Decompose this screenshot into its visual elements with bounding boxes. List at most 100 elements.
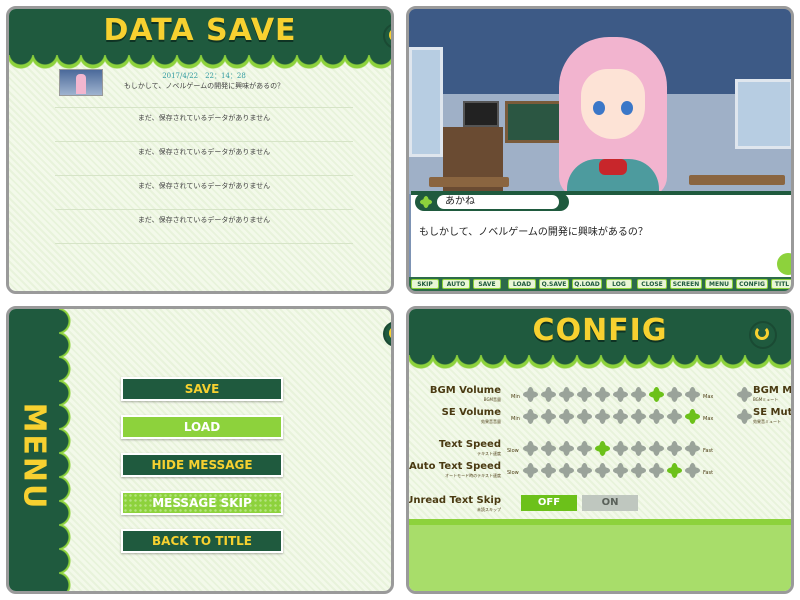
clover-step-icon[interactable] [559, 463, 574, 478]
save-slot[interactable]: まだ、保存されているデータがありません [55, 209, 353, 244]
clover-step-icon[interactable] [541, 463, 556, 478]
save-text: まだ、保存されているデータがありません [137, 182, 271, 190]
menu-load-button[interactable]: LOAD [121, 415, 283, 439]
se-volume-slider[interactable] [523, 407, 703, 427]
clover-step-icon[interactable] [667, 463, 682, 478]
clover-step-icon[interactable] [541, 387, 556, 402]
toolbar-load-button[interactable]: LOAD [508, 279, 536, 289]
banner-scallop [409, 353, 791, 367]
clover-step-icon[interactable] [613, 409, 628, 424]
clover-step-icon[interactable] [649, 441, 664, 456]
se-mute-sublabel: 効果音ミュート [753, 419, 781, 424]
toolbar-qload-button[interactable]: Q.LOAD [572, 279, 602, 289]
clover-step-icon[interactable] [667, 409, 682, 424]
menu-panel: MENU SAVE LOAD HIDE MESSAGE MESSAGE SKIP… [6, 306, 394, 594]
config-panel: CONFIG BGM Volume BGM音量 Min Max BGM Mut … [406, 306, 794, 594]
unread-skip-on-button[interactable]: ON [582, 495, 638, 511]
page-title: DATA SAVE [103, 13, 297, 48]
clover-step-icon[interactable] [649, 387, 664, 402]
toolbar-log-button[interactable]: LOG [606, 279, 632, 289]
clover-step-icon[interactable] [523, 441, 538, 456]
se-min-label: Min [511, 416, 520, 422]
save-text: まだ、保存されているデータがありません [137, 114, 271, 122]
clover-icon [420, 196, 432, 208]
auto-text-speed-row: Auto Text Speed オートモード時のテキスト速度 Slow Fast [409, 461, 791, 483]
save-slot[interactable]: 2017/4/22 22：14：28 もしかして、ノベルゲームの開発に興味がある… [55, 69, 353, 108]
clover-step-icon[interactable] [523, 463, 538, 478]
se-volume-sublabel: 効果音音量 [481, 419, 501, 424]
bgm-min-label: Min [511, 394, 520, 400]
clover-step-icon[interactable] [631, 387, 646, 402]
character-eye [621, 101, 633, 115]
clover-step-icon[interactable] [523, 409, 538, 424]
clover-step-icon[interactable] [613, 441, 628, 456]
toolbar-close-button[interactable]: CLOSE [637, 279, 667, 289]
clover-step-icon[interactable] [577, 387, 592, 402]
clover-step-icon[interactable] [649, 463, 664, 478]
toolbar-title-button[interactable]: TITL [771, 279, 791, 289]
clover-step-icon[interactable] [595, 387, 610, 402]
clover-step-icon[interactable] [685, 387, 700, 402]
clover-step-icon[interactable] [595, 441, 610, 456]
text-speed-slider[interactable] [523, 439, 703, 459]
unread-skip-off-button[interactable]: OFF [521, 495, 577, 511]
clover-step-icon[interactable] [577, 441, 592, 456]
clover-step-icon[interactable] [685, 463, 700, 478]
menu-message-skip-button[interactable]: MESSAGE SKIP [121, 491, 283, 515]
save-text: もしかして、ノベルゲームの開発に興味があるの？ [123, 82, 285, 90]
clover-step-icon[interactable] [685, 441, 700, 456]
next-indicator-icon [777, 253, 791, 275]
save-text: まだ、保存されているデータがありません [137, 148, 271, 156]
back-button[interactable] [383, 321, 391, 347]
back-button[interactable] [749, 321, 777, 349]
bgm-volume-slider[interactable] [523, 385, 703, 405]
clover-step-icon[interactable] [613, 387, 628, 402]
bgm-mute-checkbox-icon[interactable] [737, 387, 752, 402]
clover-step-icon[interactable] [559, 409, 574, 424]
clover-step-icon[interactable] [631, 463, 646, 478]
clover-step-icon[interactable] [595, 463, 610, 478]
menu-hide-message-button[interactable]: HIDE MESSAGE [121, 453, 283, 477]
clover-step-icon[interactable] [559, 441, 574, 456]
clover-step-icon[interactable] [667, 387, 682, 402]
clover-step-icon[interactable] [541, 441, 556, 456]
clover-step-icon[interactable] [577, 463, 592, 478]
menu-save-button[interactable]: SAVE [121, 377, 283, 401]
desk [429, 177, 509, 187]
save-slot[interactable]: まだ、保存されているデータがありません [55, 107, 353, 142]
save-slot[interactable]: まだ、保存されているデータがありません [55, 175, 353, 210]
classroom-window [735, 79, 791, 149]
save-date: 2017/4/22 22：14：28 [162, 72, 246, 80]
clover-step-icon[interactable] [577, 409, 592, 424]
toolbar-skip-button[interactable]: SKIP [411, 279, 439, 289]
clover-step-icon[interactable] [631, 409, 646, 424]
bgm-volume-label: BGM Volume [429, 385, 501, 396]
toolbar-menu-button[interactable]: MENU [705, 279, 733, 289]
menu-back-to-title-button[interactable]: BACK TO TITLE [121, 529, 283, 553]
clover-step-icon[interactable] [541, 409, 556, 424]
se-mute-checkbox-icon[interactable] [737, 409, 752, 424]
text-speed-label: Text Speed [438, 439, 501, 450]
toolbar-auto-button[interactable]: AUTO [442, 279, 470, 289]
clover-step-icon[interactable] [559, 387, 574, 402]
desk [689, 175, 785, 185]
clover-step-icon[interactable] [523, 387, 538, 402]
clover-step-icon[interactable] [613, 463, 628, 478]
text-speed-sublabel: テキスト速度 [477, 451, 501, 456]
clover-step-icon[interactable] [685, 409, 700, 424]
bgm-volume-row: BGM Volume BGM音量 Min Max BGM Mut BGMミュート [409, 385, 791, 407]
toolbar-config-button[interactable]: CONFIG [736, 279, 768, 289]
auto-text-speed-sublabel: オートモード時のテキスト速度 [445, 473, 501, 478]
toolbar-save-button[interactable]: SAVE [473, 279, 501, 289]
clover-step-icon[interactable] [631, 441, 646, 456]
clover-step-icon[interactable] [649, 409, 664, 424]
clover-step-icon[interactable] [667, 441, 682, 456]
toolbar-qsave-button[interactable]: Q.SAVE [539, 279, 569, 289]
clover-step-icon[interactable] [595, 409, 610, 424]
save-slot[interactable]: まだ、保存されているデータがありません [55, 141, 353, 176]
auto-text-speed-slider[interactable] [523, 461, 703, 481]
toolbar-screen-button[interactable]: SCREEN [670, 279, 702, 289]
return-icon [389, 28, 391, 42]
config-footer [409, 525, 791, 591]
bgm-mute-label: BGM Mut [753, 385, 793, 396]
